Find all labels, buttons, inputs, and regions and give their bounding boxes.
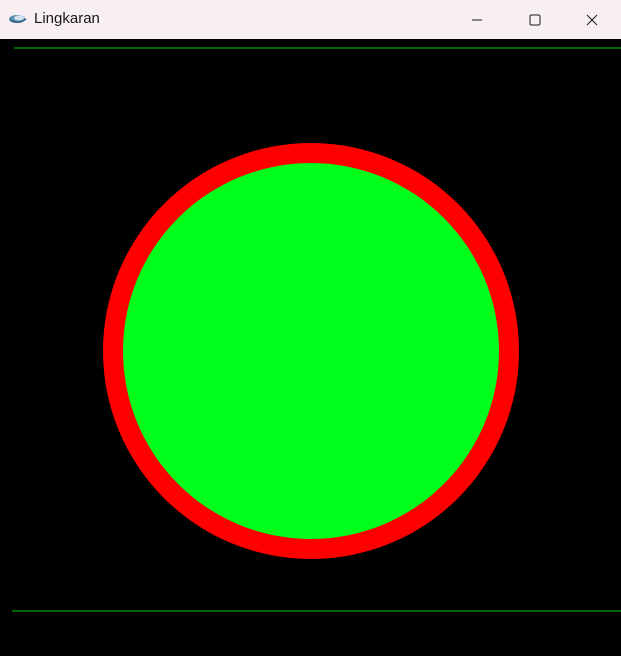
app-window: Lingkaran (0, 0, 621, 656)
drawing-canvas[interactable] (0, 39, 621, 656)
title-bar[interactable]: Lingkaran (0, 0, 621, 39)
maximize-button[interactable] (506, 0, 564, 39)
close-icon (586, 14, 598, 26)
minimize-icon (471, 14, 483, 26)
canvas-svg (12, 47, 621, 612)
maximize-icon (529, 14, 541, 26)
inner-green-circle (123, 163, 499, 539)
close-button[interactable] (563, 0, 621, 39)
app-icon (8, 11, 28, 27)
minimize-button[interactable] (448, 0, 506, 39)
window-title: Lingkaran (34, 10, 100, 27)
